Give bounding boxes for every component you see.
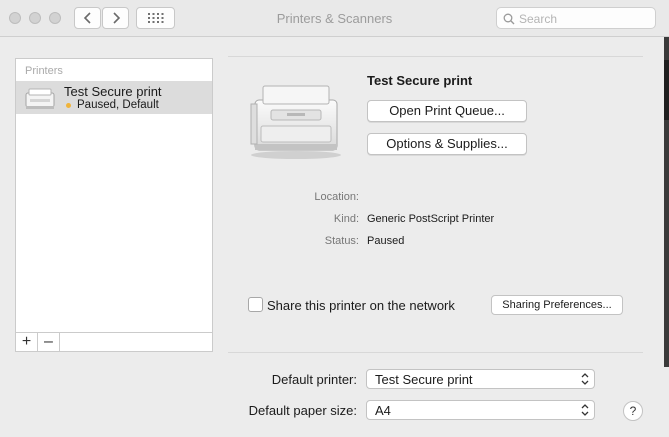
open-print-queue-button[interactable]: Open Print Queue... <box>367 100 527 122</box>
printer-icon <box>25 88 55 109</box>
printer-status-dot <box>66 103 71 108</box>
kind-label: Kind: <box>333 213 359 225</box>
search-placeholder: Search <box>519 12 558 26</box>
printer-list-item[interactable]: Test Secure print Paused, Default <box>16 81 212 114</box>
default-paper-size-value: A4 <box>375 403 391 418</box>
popup-chevron-icon <box>581 404 589 416</box>
status-label: Status: <box>324 235 359 247</box>
default-paper-size-label: Default paper size: <box>248 403 357 418</box>
default-printer-label: Default printer: <box>271 372 357 387</box>
sharing-preferences-button[interactable]: Sharing Preferences... <box>491 295 623 315</box>
printer-name-title: Test Secure print <box>367 73 473 88</box>
title-bar: Printers & Scanners Search <box>0 0 669 37</box>
printer-list-item-status: Paused, Default <box>77 99 159 111</box>
default-printer-value: Test Secure print <box>375 372 473 387</box>
printers-list-header: Printers <box>25 65 63 77</box>
detail-top-divider <box>228 56 643 57</box>
detail-bottom-divider <box>228 352 643 353</box>
kind-value: Generic PostScript Printer <box>367 213 495 225</box>
search-icon <box>503 13 515 25</box>
remove-printer-button[interactable]: – <box>38 333 60 351</box>
status-value: Paused <box>367 235 405 247</box>
printer-list-item-name: Test Secure print <box>64 84 162 99</box>
printer-icon <box>250 85 341 159</box>
location-label: Location: <box>314 191 359 203</box>
printers-list-toolbar: + – <box>15 332 213 352</box>
options-supplies-button[interactable]: Options & Supplies... <box>367 133 527 155</box>
background-window-edge-shadow <box>664 60 669 120</box>
help-button[interactable]: ? <box>623 401 643 421</box>
default-printer-popup[interactable]: Test Secure print <box>366 369 595 389</box>
printers-list[interactable]: Printers Test Secure print Paused, Defau… <box>15 58 213 333</box>
default-paper-size-popup[interactable]: A4 <box>366 400 595 420</box>
search-field[interactable]: Search <box>496 7 656 29</box>
add-printer-button[interactable]: + <box>16 333 38 351</box>
share-printer-label[interactable]: Share this printer on the network <box>267 298 455 313</box>
share-printer-checkbox[interactable] <box>248 297 263 312</box>
popup-chevron-icon <box>581 373 589 385</box>
